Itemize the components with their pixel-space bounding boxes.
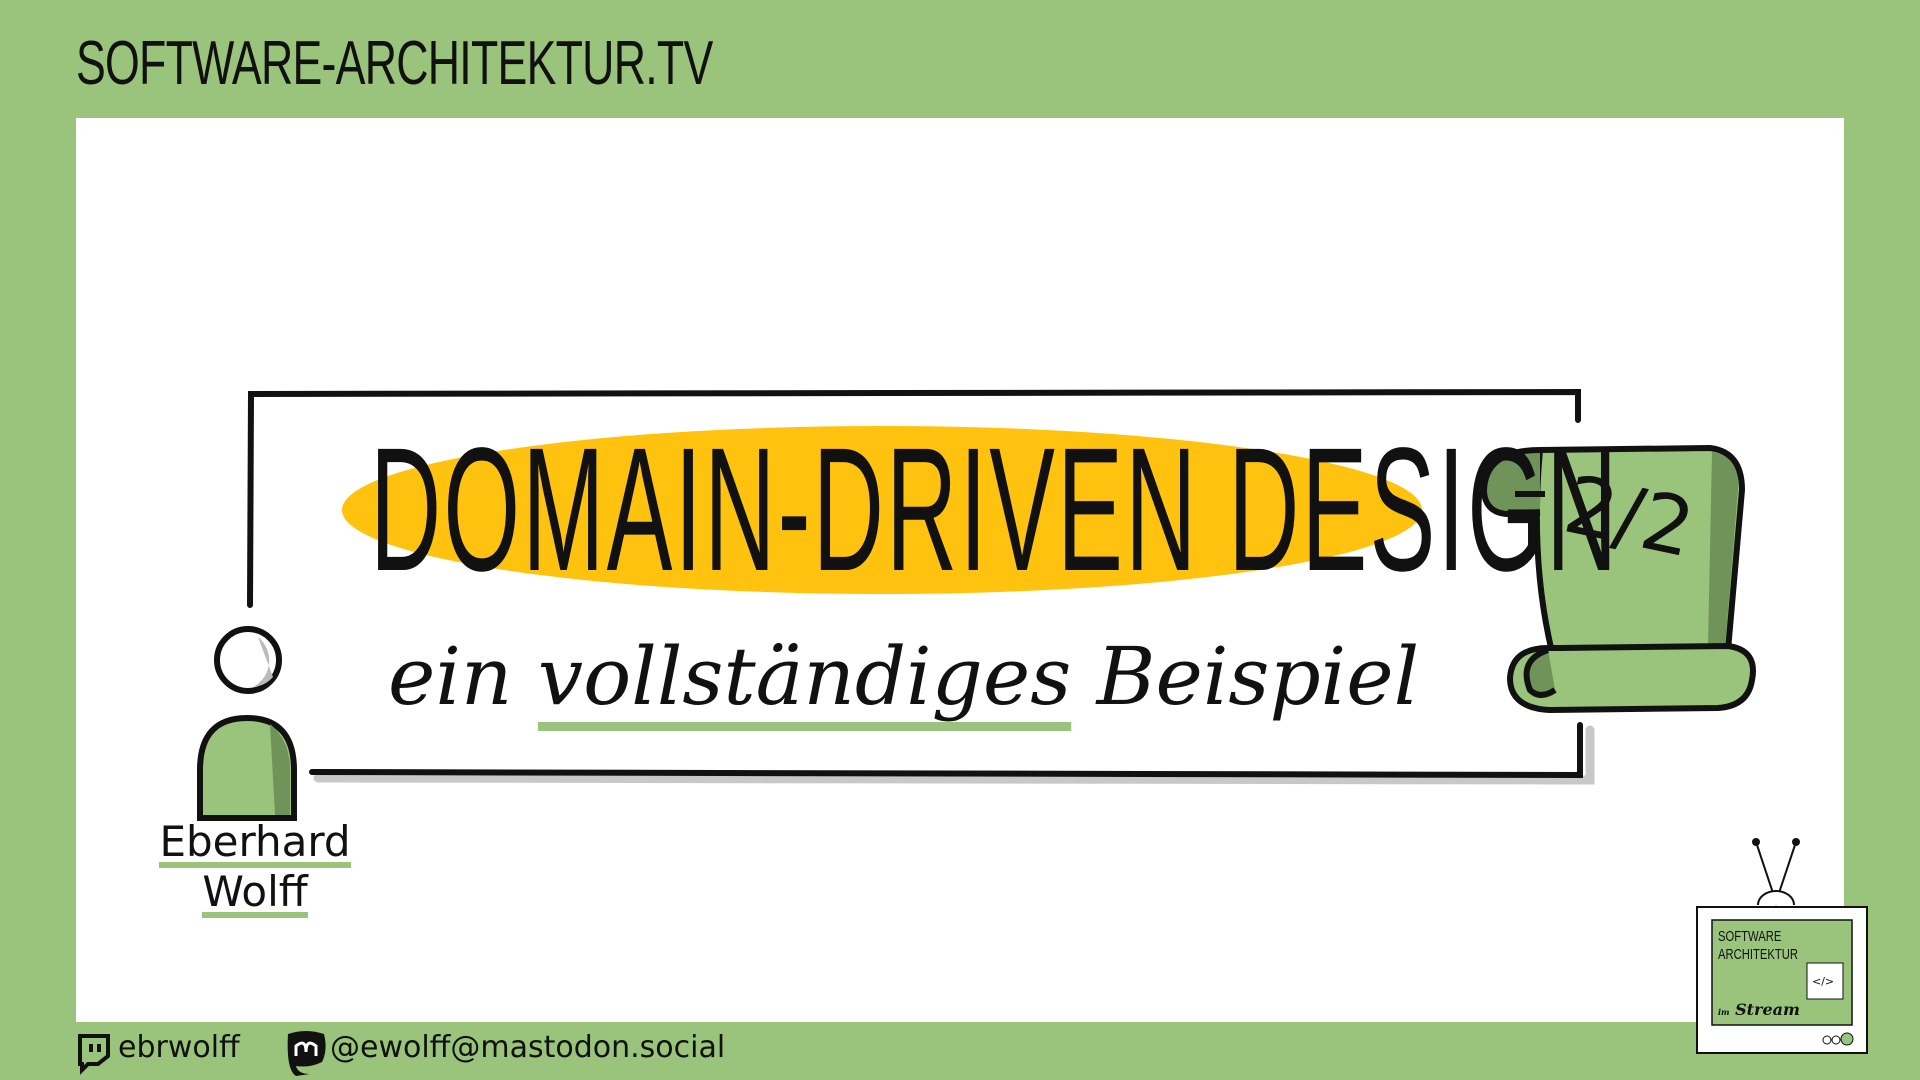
logo-line1: SOFTWARE: [1718, 928, 1782, 945]
speaker-name: Eberhard Wolff: [150, 818, 360, 918]
subtitle-before: ein: [388, 630, 538, 723]
twitch-icon: [78, 1034, 110, 1075]
slide-title: DOMAIN-DRIVEN DESIGN: [370, 412, 1620, 608]
speaker-first: Eberhard: [159, 817, 351, 868]
mastodon-handle[interactable]: @ewolff@mastodon.social: [330, 1030, 725, 1065]
slide-subtitle: ein vollständiges Beispiel: [388, 630, 1419, 723]
logo-line2: ARCHITEKTUR: [1718, 946, 1799, 963]
logo-code: </>: [1812, 975, 1835, 988]
mastodon-icon: [287, 1031, 326, 1076]
logo-im: im: [1718, 1007, 1730, 1017]
logo-text: SOFTWARE ARCHITEKTUR: [1718, 928, 1799, 964]
speaker-last: Wolff: [202, 867, 308, 918]
person-icon: [197, 626, 297, 821]
subtitle-after: Beispiel: [1071, 630, 1420, 723]
logo-stream: im Stream: [1718, 1000, 1800, 1019]
logo-stream-word: Stream: [1735, 1000, 1800, 1019]
twitch-handle[interactable]: ebrwolff: [118, 1030, 240, 1065]
subtitle-highlight: vollständiges: [537, 630, 1072, 723]
